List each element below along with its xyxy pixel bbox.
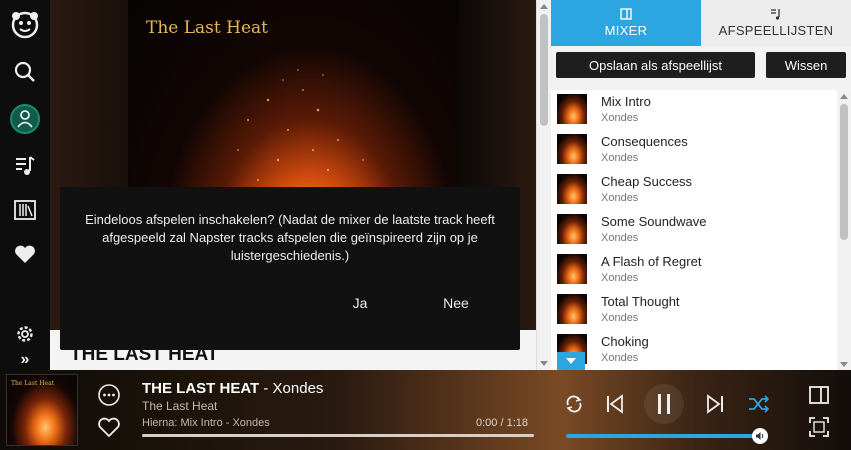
queue-item-artist: Xondes: [601, 272, 639, 284]
queue-item-title: Mix Intro: [601, 94, 651, 109]
shuffle-icon[interactable]: [746, 392, 772, 416]
tab-afspeellijsten[interactable]: AFSPEELLIJSTEN: [701, 0, 851, 46]
fullscreen-icon[interactable]: [806, 414, 832, 440]
main-scrollbar-thumb[interactable]: [540, 14, 548, 126]
more-options-icon[interactable]: [96, 382, 122, 408]
volume-slider[interactable]: [566, 434, 760, 438]
queue-item-artist: Xondes: [601, 352, 639, 364]
scroll-down-arrow-icon[interactable]: [840, 362, 848, 367]
queue-item[interactable]: Total Thought Xondes: [551, 290, 837, 330]
tab-mixer-label: MIXER: [604, 23, 648, 38]
queue-item-title: Cheap Success: [601, 174, 693, 189]
tab-afspeellijsten-label: AFSPEELLIJSTEN: [718, 23, 834, 38]
previous-track-icon[interactable]: [602, 390, 628, 418]
endless-play-dialog: Eindeloos afspelen inschakelen? (Nadat d…: [60, 187, 520, 350]
queue-item-artwork: [557, 134, 587, 164]
library-icon[interactable]: [0, 188, 50, 232]
yes-button[interactable]: Ja: [340, 295, 380, 311]
queue-item-artist: Xondes: [601, 192, 639, 204]
playlist-music-icon[interactable]: [0, 144, 50, 188]
queue-item[interactable]: Mix Intro Xondes: [551, 90, 837, 130]
queue-item-title: Some Soundwave: [601, 214, 707, 229]
now-playing-artwork-text: The Last Heat: [11, 380, 55, 387]
dialog-message: Eindeloos afspelen inschakelen? (Nadat d…: [85, 212, 495, 263]
scroll-up-arrow-icon[interactable]: [840, 94, 848, 99]
panel-tabs: MIXER AFSPEELLIJSTEN: [551, 0, 851, 46]
pause-icon: [644, 384, 684, 424]
chevron-down-icon: [566, 358, 576, 364]
queue-panel-toggle-icon[interactable]: [806, 382, 832, 408]
progress-bar[interactable]: [142, 434, 534, 437]
track-title: THE LAST HEAT: [142, 380, 260, 397]
left-sidebar: »: [0, 0, 50, 370]
queue-item-artwork: [557, 214, 587, 244]
queue-item[interactable]: Some Soundwave Xondes: [551, 210, 837, 250]
clear-button[interactable]: Wissen: [766, 52, 846, 78]
queue-scroll-down-button[interactable]: [557, 352, 585, 370]
queue-item[interactable]: Cheap Success Xondes: [551, 170, 837, 210]
up-next-label: Hierna: Mix Intro - Xondes: [142, 417, 270, 429]
queue-item-artist: Xondes: [601, 312, 639, 324]
profile-icon: [10, 104, 40, 134]
save-as-playlist-button[interactable]: Opslaan als afspeellijst: [556, 52, 755, 78]
napster-app: » The Last Heat THE LAST HEAT MIXER AFSP…: [0, 0, 851, 450]
queue-item-artist: Xondes: [601, 112, 639, 124]
favorites-heart-icon[interactable]: [0, 232, 50, 276]
elapsed-time: 0:00 / 1:18: [476, 417, 528, 429]
search-icon[interactable]: [0, 50, 50, 94]
next-track-icon[interactable]: [702, 390, 728, 418]
now-playing-album[interactable]: The Last Heat: [142, 399, 217, 413]
queue-item-title: A Flash of Regret: [601, 254, 702, 269]
napster-logo-icon[interactable]: [0, 2, 50, 46]
player-bar: The Last Heat THE LAST HEAT - Xondes The…: [0, 370, 851, 450]
pause-button[interactable]: [642, 382, 686, 426]
scroll-down-arrow-icon[interactable]: [540, 361, 548, 366]
queue-item-artwork: [557, 174, 587, 204]
queue-item-title: Total Thought: [601, 294, 680, 309]
queue-item-artwork: [557, 94, 587, 124]
queue-item[interactable]: Consequences Xondes: [551, 130, 837, 170]
queue-item-artist: Xondes: [601, 152, 639, 164]
volume-fill: [566, 434, 760, 438]
right-panel: MIXER AFSPEELLIJSTEN Opslaan als afspeel…: [551, 0, 851, 370]
playlist-music-icon: [771, 9, 780, 20]
repeat-icon[interactable]: [562, 392, 586, 416]
queue-item[interactable]: A Flash of Regret Xondes: [551, 250, 837, 290]
queue-item-title: Consequences: [601, 134, 688, 149]
now-playing-title[interactable]: THE LAST HEAT - Xondes: [142, 380, 323, 397]
mixer-actions: Opslaan als afspeellijst Wissen: [551, 46, 851, 90]
queue-item-artist: Xondes: [601, 232, 639, 244]
expand-chevrons-icon[interactable]: »: [0, 350, 50, 370]
favorite-heart-icon[interactable]: [96, 414, 122, 440]
main-scrollbar[interactable]: [536, 0, 551, 370]
queue-item[interactable]: Choking Xondes: [551, 330, 837, 370]
queue-list: Mix Intro Xondes Consequences Xondes Cheap S…: [551, 90, 837, 370]
queue-item-title: Choking: [601, 334, 649, 349]
mixer-icon: [620, 8, 632, 20]
queue-item-artwork: [557, 294, 587, 324]
queue-scrollbar-thumb[interactable]: [840, 104, 848, 240]
scroll-up-arrow-icon[interactable]: [540, 4, 548, 9]
track-artist: - Xondes: [259, 380, 324, 397]
queue-scrollbar[interactable]: [837, 90, 851, 370]
now-playing-artwork[interactable]: The Last Heat: [6, 374, 78, 446]
tab-mixer[interactable]: MIXER: [551, 0, 701, 46]
profile-button[interactable]: [0, 97, 50, 141]
queue-item-artwork: [557, 254, 587, 284]
volume-speaker-icon[interactable]: [752, 428, 768, 444]
no-button[interactable]: Nee: [434, 295, 478, 311]
